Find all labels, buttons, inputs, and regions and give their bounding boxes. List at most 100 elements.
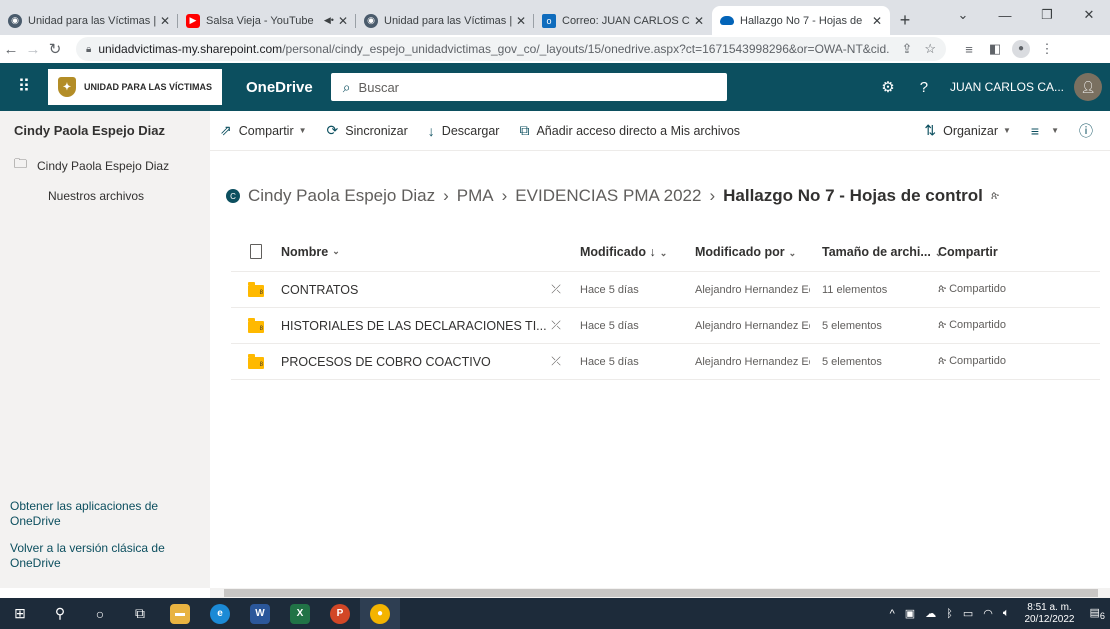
search-icon: ⌕ [342,78,351,95]
volume-icon[interactable]: 🔈︎ [1003,607,1010,620]
file-type-icon[interactable] [250,244,262,259]
close-window-button[interactable]: ✕ [1068,0,1110,30]
browser-tab-active[interactable]: Hallazgo No 7 - Hojas de ✕ [712,6,890,35]
word-icon[interactable]: W [240,598,280,629]
share-button[interactable]: ⇗ Compartir ▼ [210,122,317,139]
maximize-button[interactable]: ❐ [1026,0,1068,30]
info-icon: ⓘ [1079,122,1093,139]
chevron-up-icon[interactable]: ^ [890,608,895,620]
sharing-status[interactable]: ጵ Compartido [938,283,1078,296]
help-icon[interactable]: ? [906,79,942,96]
classic-version-link[interactable]: Volver a la versión clásica de OneDrive [10,541,200,571]
breadcrumb-item[interactable]: Cindy Paola Espejo Diaz [248,186,435,206]
menu-icon[interactable]: ⋮ [1034,41,1060,57]
view-options-button[interactable]: ≡ ▼ [1021,123,1069,139]
search-icon[interactable]: ⚲ [40,598,80,629]
column-header-sharing[interactable]: Compartir [938,245,1078,259]
side-panel-icon[interactable]: ◧ [982,41,1008,57]
forward-icon[interactable]: → [22,41,44,58]
vertical-scrollbar[interactable] [1102,151,1110,588]
new-tab-button[interactable]: + [890,6,920,35]
close-icon[interactable]: ✕ [160,14,170,28]
pin-icon[interactable]: ⤫ [546,282,566,297]
avatar[interactable]: 👤︎ [1074,73,1102,101]
notifications-icon[interactable]: ▤6 [1090,606,1106,621]
task-view-icon[interactable]: ⧉ [120,598,160,629]
modified-date: Hace 5 días [580,283,639,296]
app-name[interactable]: OneDrive [228,79,331,96]
back-icon[interactable]: ← [0,41,22,58]
close-icon[interactable]: ✕ [872,14,882,28]
app-launcher-icon[interactable]: ⠿ [0,63,48,111]
search-box[interactable]: ⌕ Buscar [330,73,727,101]
url-bar[interactable]: 🔒︎ unidadvictimas-my.sharepoint.com/pers… [76,37,946,61]
item-name[interactable]: PROCESOS DE COBRO COACTIVO [281,355,546,369]
item-name[interactable]: HISTORIALES DE LAS DECLARACIONES TI... [281,319,546,333]
close-icon[interactable]: ✕ [338,14,348,28]
table-row[interactable]: 8 HISTORIALES DE LAS DECLARACIONES TI...… [231,308,1100,344]
sharing-status[interactable]: ጵ Compartido [938,355,1078,368]
close-icon[interactable]: ✕ [516,14,526,28]
tab-search-icon[interactable]: ⌄ [942,0,984,30]
details-pane-button[interactable]: ⓘ [1069,121,1110,141]
sidebar-item-shared-libraries[interactable]: Nuestros archivos [0,181,210,211]
shared-people-icon: ጵ [938,319,950,331]
table-row[interactable]: 8 CONTRATOS ⤫ Hace 5 días Alejandro Herna… [231,272,1100,308]
download-label: Descargar [441,123,500,138]
battery-icon[interactable]: ▭ [963,607,973,620]
cortana-icon[interactable]: ○ [80,598,120,629]
org-logo[interactable]: ✦ UNIDAD PARA LAS VÍCTIMAS [48,69,222,105]
powerpoint-icon[interactable]: P [320,598,360,629]
chrome-icon[interactable]: ● [360,598,400,629]
window-controls: ⌄ — ❐ ✕ [942,0,1110,30]
pin-icon[interactable]: ⤫ [546,354,566,369]
column-label: Modificado por [695,244,785,259]
browser-tab[interactable]: ◉ Unidad para las Víctimas | ✕ [0,6,178,35]
sync-button[interactable]: ⟳ Sincronizar [317,122,418,139]
item-name[interactable]: CONTRATOS [281,283,546,297]
sharing-label: Compartido [949,355,1006,367]
get-apps-link[interactable]: Obtener las aplicaciones de OneDrive [10,499,200,529]
bookmark-star-icon[interactable]: ☆ [924,41,936,57]
column-header-modified-by[interactable]: Modificado por ⌄ [695,245,810,259]
scrollbar-thumb[interactable] [224,589,1098,597]
browser-tab[interactable]: ▶ Salsa Vieja - YouTube ◀• ✕ [178,6,356,35]
file-explorer-icon[interactable]: ▬ [160,598,200,629]
windows-start-icon[interactable]: ⊞ [0,598,40,629]
horizontal-scrollbar[interactable] [210,588,1110,598]
add-shortcut-button[interactable]: ⧉ Añadir acceso directo a Mis archivos [509,122,750,139]
table-row[interactable]: 8 PROCESOS DE COBRO COACTIVO ⤫ Hace 5 día… [231,344,1100,380]
modified-by[interactable]: Alejandro Hernandez Eche [695,356,810,368]
modified-by[interactable]: Alejandro Hernandez Eche [695,284,810,296]
profile-icon[interactable]: ● [1012,40,1030,58]
close-icon[interactable]: ✕ [694,14,704,28]
pin-icon[interactable]: ⤫ [546,318,566,333]
download-button[interactable]: ↓ Descargar [418,123,510,139]
column-header-size[interactable]: Tamaño de archi... ⌄ [810,245,942,259]
wifi-icon[interactable]: ◠ [983,607,993,620]
breadcrumb-separator-icon: › [709,186,716,205]
tray-app-icon[interactable]: ▣ [905,607,915,620]
minimize-button[interactable]: — [984,0,1026,30]
excel-icon[interactable]: X [280,598,320,629]
share-page-icon[interactable]: ⇪ [901,41,912,57]
settings-gear-icon[interactable]: ⚙ [870,78,906,96]
sharing-status[interactable]: ጵ Compartido [938,319,1078,332]
clock[interactable]: 8:51 a. m. 20/12/2022 [1024,602,1074,626]
audio-icon[interactable]: ◀• [324,15,334,26]
reading-list-icon[interactable]: ≡ [956,42,982,57]
bluetooth-icon[interactable]: ᛒ [946,608,953,620]
reload-icon[interactable]: ↻ [44,40,66,58]
browser-tab[interactable]: o Correo: JUAN CARLOS CA ✕ [534,6,712,35]
sidebar-item-files[interactable]: 🗀 Cindy Paola Espejo Diaz [0,151,210,181]
modified-by[interactable]: Alejandro Hernandez Eche [695,320,810,332]
breadcrumb-item[interactable]: PMA [457,186,494,206]
organize-button[interactable]: ⇅ Organizar ▼ [914,122,1021,139]
browser-tab[interactable]: ◉ Unidad para las Víctimas | ✕ [356,6,534,35]
breadcrumb-item[interactable]: EVIDENCIAS PMA 2022 [515,186,701,206]
edge-icon[interactable]: e [200,598,240,629]
user-name[interactable]: JUAN CARLOS CA... [942,80,1072,94]
column-header-modified[interactable]: Modificado ↓ ⌄ [566,245,695,259]
onedrive-cloud-icon[interactable]: ☁ [925,607,936,620]
column-header-name[interactable]: Nombre ⌄ [281,245,566,259]
